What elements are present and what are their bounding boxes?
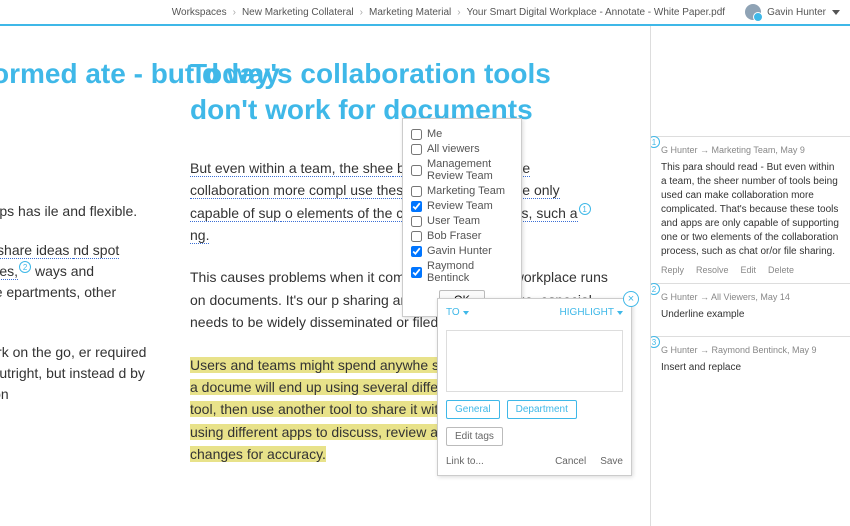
breadcrumb-item[interactable]: New Marketing Collateral [242,7,354,18]
comment-header: G Hunter → All Viewers, May 14 [661,292,840,302]
comment-body: Underline example [661,308,840,322]
reviewer-label: Me [427,128,442,140]
reviewer-option[interactable]: Review Team [411,200,513,212]
reviewer-checkbox[interactable] [411,129,422,140]
close-icon[interactable]: × [623,291,639,307]
annotation-badge[interactable]: 3 [651,336,660,348]
annotation-badge[interactable]: 1 [651,136,660,148]
reviewer-option[interactable]: User Team [411,215,513,227]
reviewer-option[interactable]: Me [411,128,513,140]
cancel-button[interactable]: Cancel [555,456,586,467]
reviewer-label: Bob Fraser [427,230,481,242]
left-column-fragment: l-based apps has ile and flexible. reate… [0,201,154,423]
comment-action-resolve[interactable]: Resolve [696,265,729,275]
mode-dropdown[interactable]: HIGHLIGHT [560,307,623,318]
comment-actions: Reply Resolve Edit Delete [661,265,840,275]
comment-body: Insert and replace [661,361,840,375]
tag-general[interactable]: General [446,400,500,419]
reviewer-checkbox[interactable] [411,144,422,155]
reviewer-label: Marketing Team [427,185,505,197]
chevron-down-icon [617,311,623,315]
avatar-icon [745,4,761,20]
annotation-badge[interactable]: 2 [19,261,31,273]
annotation-popup: × TO HIGHLIGHT General Department Edit t… [437,298,632,476]
reviewer-checkbox[interactable] [411,231,422,242]
reviewer-checkbox[interactable] [411,201,422,212]
annotation-badge[interactable]: 2 [651,283,660,295]
reviewer-option[interactable]: Marketing Team [411,185,513,197]
breadcrumb-item[interactable]: Workspaces [172,7,227,18]
reviewer-option[interactable]: Gavin Hunter [411,245,513,257]
comment-header: G Hunter → Raymond Bentinck, May 9 [661,345,840,355]
reviewer-label: Raymond Bentinck [427,260,513,284]
reviewer-option[interactable]: All viewers [411,143,513,155]
comment-item[interactable]: 1G Hunter → Marketing Team, May 9 This pa… [651,136,850,283]
text: ng. [190,227,209,244]
user-menu[interactable]: Gavin Hunter [745,4,840,20]
save-button[interactable]: Save [600,456,623,467]
comment-item[interactable]: 3G Hunter → Raymond Bentinck, May 9 Inser… [651,336,850,389]
reviewer-label: User Team [427,215,480,227]
tag-department[interactable]: Department [507,400,577,419]
reviewer-checkbox[interactable] [411,165,422,176]
reviewer-option[interactable]: Raymond Bentinck [411,260,513,284]
main: nsformed ate - but d way Today's collabo… [0,26,850,526]
comments-sidebar: 1G Hunter → Marketing Team, May 9 This pa… [650,26,850,526]
breadcrumb-item[interactable]: Marketing Material [369,7,451,18]
paragraph-1: But even within a team, the shee being u… [190,157,610,247]
comment-item[interactable]: 2G Hunter → All Viewers, May 14 Underline… [651,283,850,336]
tag-row: General Department [446,400,623,419]
reviewer-label: All viewers [427,143,480,155]
comment-action-reply[interactable]: Reply [661,265,684,275]
text: ile and flexible. [45,203,138,219]
reviewer-checkbox[interactable] [411,246,422,257]
reviewer-checkbox[interactable] [411,216,422,227]
reviewer-checkbox[interactable] [411,267,422,278]
reviewer-label: Review Team [427,200,493,212]
edit-tags-button[interactable]: Edit tags [446,427,503,446]
breadcrumbs: Workspaces›New Marketing Collateral›Mark… [10,7,745,18]
chevron-down-icon [832,10,840,15]
to-dropdown[interactable]: TO [446,307,469,318]
reviewers-popup: Me All viewers Management Review Team Marke… [402,118,522,317]
reviewer-checkbox[interactable] [411,186,422,197]
annotation-textarea[interactable] [446,330,623,392]
breadcrumb-item[interactable]: Your Smart Digital Workplace - Annotate … [467,7,725,18]
user-name: Gavin Hunter [767,7,826,18]
text: l-based apps has [0,203,45,219]
comment-action-edit[interactable]: Edit [741,265,757,275]
underlined-text[interactable]: But even within a team, the shee [190,160,393,177]
chevron-down-icon [463,311,469,315]
comment-body: This para should read - But even within … [661,161,840,259]
underlined-text[interactable]: reate and share ideas [0,242,73,259]
document-view: nsformed ate - but d way Today's collabo… [0,26,650,526]
reviewer-option[interactable]: Management Review Team [411,158,513,182]
reviewer-option[interactable]: Bob Fraser [411,230,513,242]
annotation-badge[interactable]: 1 [579,203,591,215]
link-to-button[interactable]: Link to... [446,456,484,467]
reviewer-label: Gavin Hunter [427,245,492,257]
top-bar: Workspaces›New Marketing Collateral›Mark… [0,0,850,26]
text: es can work on the go, er required to sp… [0,342,154,405]
comment-action-delete[interactable]: Delete [768,265,794,275]
reviewer-label: Management Review Team [427,158,513,182]
heading-left-fragment: nsformed ate - but d way [0,56,280,92]
comment-header: G Hunter → Marketing Team, May 9 [661,145,840,155]
